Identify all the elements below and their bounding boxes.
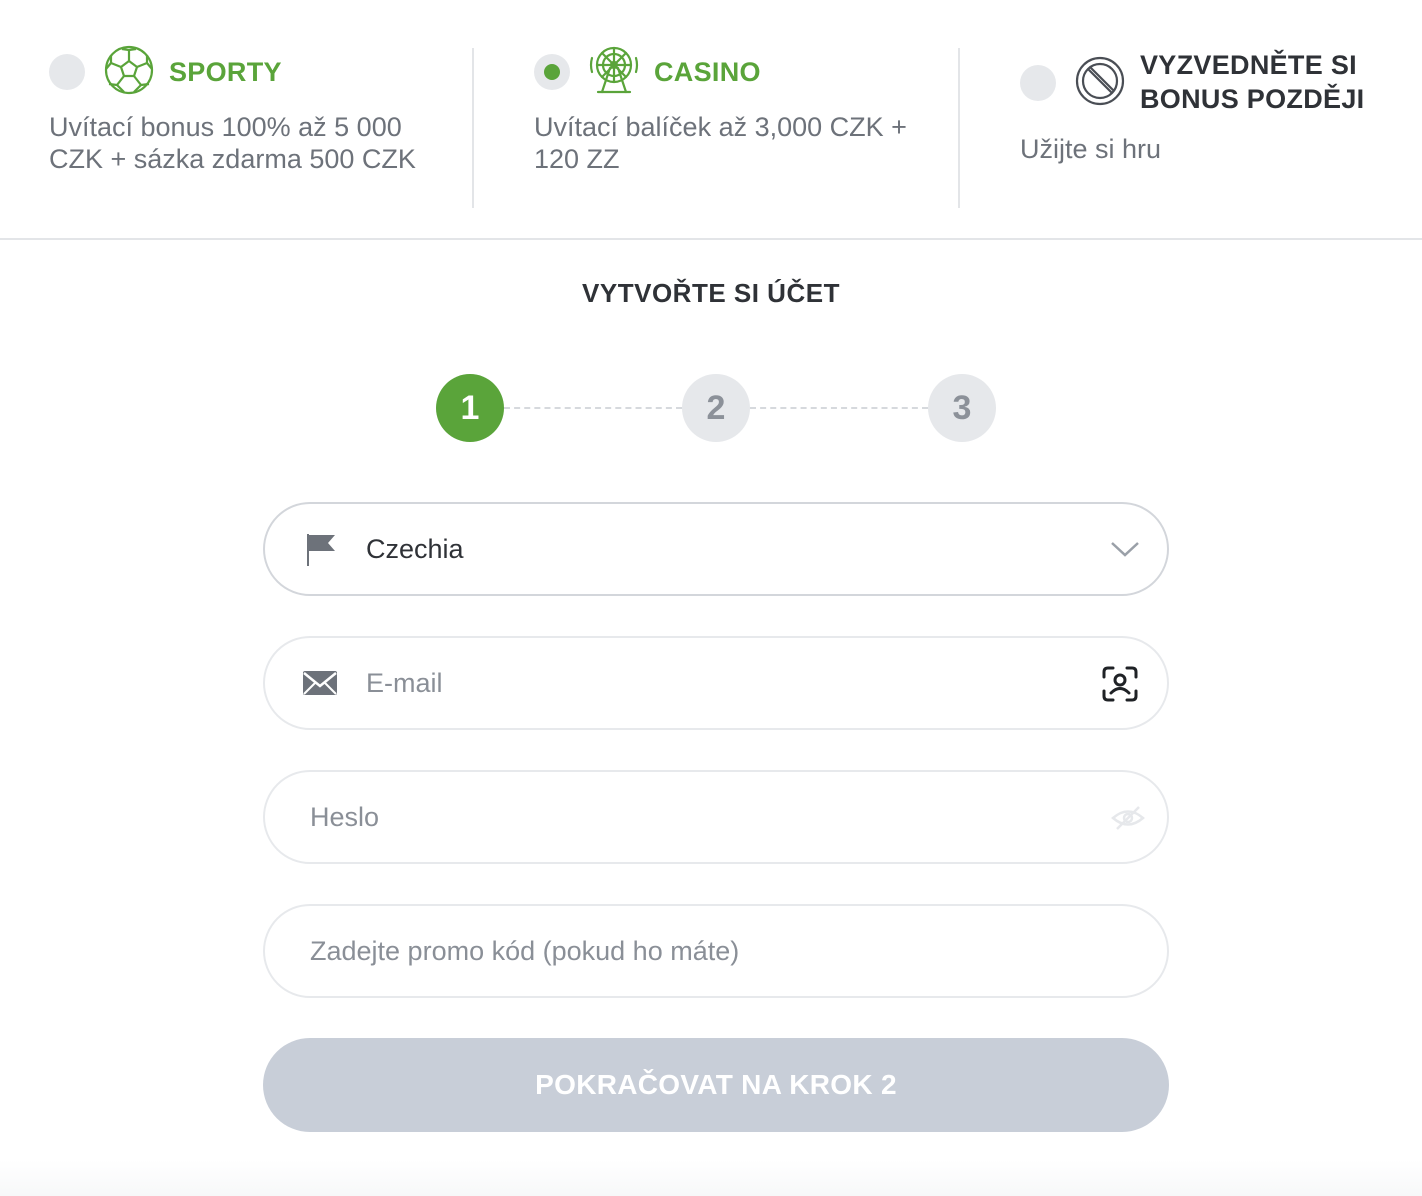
- step-connector: [504, 407, 682, 409]
- email-placeholder: E-mail: [366, 668, 443, 698]
- bonus-selector: SPORTY Uvítací bonus 100% až 5 000 CZK +…: [0, 0, 1422, 240]
- bonus-title-sports: SPORTY: [169, 57, 282, 87]
- bonus-option-sports[interactable]: SPORTY Uvítací bonus 100% až 5 000 CZK +…: [0, 0, 473, 240]
- ferris-wheel-icon: [589, 46, 639, 94]
- country-select[interactable]: Czechia: [263, 502, 1169, 596]
- password-field[interactable]: Heslo: [263, 770, 1169, 864]
- page-footer-fade: [0, 1160, 1422, 1196]
- envelope-icon: [303, 671, 337, 695]
- step-indicator-2: 2: [682, 374, 750, 442]
- promo-code-placeholder: Zadejte promo kód (pokud ho máte): [310, 936, 740, 966]
- password-placeholder: Heslo: [310, 802, 380, 832]
- divider: [472, 48, 474, 208]
- eye-slash-icon[interactable]: [1111, 805, 1145, 831]
- step-connector: [750, 407, 928, 409]
- bonus-radio-casino[interactable]: [534, 54, 570, 90]
- soccer-ball-icon: [104, 45, 154, 95]
- continue-step-2-button[interactable]: POKRAČOVAT NA KROK 2: [263, 1038, 1169, 1132]
- bonus-description-later: Užijte si hru: [1020, 134, 1162, 164]
- radio-selected-dot: [544, 64, 560, 80]
- bonus-title-later-line1: VYZVEDNĚTE SI: [1140, 50, 1357, 80]
- flag-icon: [307, 534, 335, 566]
- email-field[interactable]: E-mail: [263, 636, 1169, 730]
- bonus-radio-sports[interactable]: [49, 54, 85, 90]
- country-value: Czechia: [366, 534, 464, 564]
- bonus-title-later-line2: BONUS POZDĚJI: [1140, 84, 1365, 114]
- divider: [958, 48, 960, 208]
- bonus-title-later: VYZVEDNĚTE SI BONUS POZDĚJI: [1140, 48, 1364, 116]
- bonus-description-sports: Uvítací bonus 100% až 5 000 CZK + sázka …: [49, 112, 416, 174]
- step-indicator-1: 1: [436, 374, 504, 442]
- chevron-down-icon: [1111, 542, 1139, 557]
- face-id-icon[interactable]: [1101, 665, 1139, 703]
- form-title: VYTVOŘTE SI ÚČET: [582, 278, 840, 308]
- bonus-title-casino: CASINO: [654, 57, 761, 87]
- bonus-option-casino[interactable]: CASINO Uvítací balíček až 3,000 CZK + 12…: [475, 0, 959, 240]
- step-indicator-3: 3: [928, 374, 996, 442]
- bonus-option-later[interactable]: VYZVEDNĚTE SI BONUS POZDĚJI Užijte si hr…: [961, 0, 1422, 240]
- promo-code-field[interactable]: Zadejte promo kód (pokud ho máte): [263, 904, 1169, 998]
- bonus-description-casino: Uvítací balíček až 3,000 CZK + 120 ZZ: [534, 112, 907, 174]
- bonus-radio-later[interactable]: [1020, 65, 1056, 101]
- no-entry-icon: [1075, 56, 1125, 106]
